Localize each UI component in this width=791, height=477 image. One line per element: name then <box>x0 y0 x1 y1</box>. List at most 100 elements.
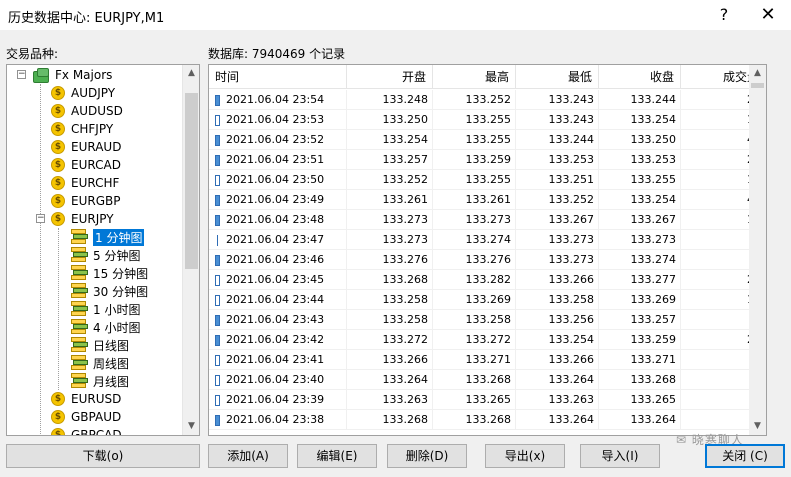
tree-item-label: EURAUD <box>71 140 122 154</box>
cell-high: 133.276 <box>433 250 516 269</box>
cell-time: 2021.06.04 23:38 <box>209 410 347 429</box>
edit-button[interactable]: 编辑(E) <box>297 444 377 468</box>
table-row[interactable]: 2021.06.04 23:51 133.257 133.259 133.253 133… <box>209 150 766 170</box>
cell-time-text: 2021.06.04 23:41 <box>226 353 325 366</box>
column-header[interactable]: 时间 <box>209 65 347 89</box>
scroll-up-arrow-icon[interactable]: ▲ <box>749 65 766 82</box>
symbols-label: 交易品种: <box>6 47 59 61</box>
table-row[interactable]: 2021.06.04 23:44 133.258 133.269 133.258 133… <box>209 290 766 310</box>
cell-close: 133.259 <box>599 330 681 349</box>
cell-high: 133.269 <box>433 290 516 309</box>
tree-item-audjpy[interactable]: $ AUDJPY <box>51 84 115 102</box>
table-row[interactable]: 2021.06.04 23:47 133.273 133.274 133.273 133… <box>209 230 766 250</box>
expander-toggle-icon[interactable]: − <box>36 214 45 223</box>
cell-low: 133.243 <box>516 90 599 109</box>
tree-item-euraud[interactable]: $ EURAUD <box>51 138 121 156</box>
cell-low: 133.263 <box>516 390 599 409</box>
cell-close: 133.277 <box>599 270 681 289</box>
add-button[interactable]: 添加(A) <box>208 444 288 468</box>
tree-item-eurgbp[interactable]: $ EURGBP <box>51 192 120 210</box>
tree-scrollbar[interactable]: ▲ ▼ <box>182 65 199 435</box>
tree-item-chfjpy[interactable]: $ CHFJPY <box>51 120 113 138</box>
scroll-up-arrow-icon[interactable]: ▲ <box>183 65 199 82</box>
delete-button[interactable]: 删除(D) <box>387 444 467 468</box>
chart-timeframe-icon <box>71 247 89 263</box>
cell-open: 133.248 <box>347 90 433 109</box>
table-row[interactable]: 2021.06.04 23:41 133.266 133.271 133.266 133… <box>209 350 766 370</box>
scroll-down-arrow-icon[interactable]: ▼ <box>183 418 199 435</box>
tree-item-gbpcad[interactable]: $ GBPCAD <box>51 426 122 435</box>
help-button[interactable]: ? <box>712 4 736 26</box>
cell-high: 133.272 <box>433 330 516 349</box>
tree-scroll-thumb[interactable] <box>185 93 198 269</box>
table-row[interactable]: 2021.06.04 23:53 133.250 133.255 133.243 133… <box>209 110 766 130</box>
table-row[interactable]: 2021.06.04 23:39 133.263 133.265 133.263 133… <box>209 390 766 410</box>
symbol-tree[interactable]: ▲ ▼ − Fx Majors $ AUDJPY $ AUDUSD $ CHFJPY $ EURA… <box>6 64 200 436</box>
tree-item-label: 周线图 <box>93 356 130 371</box>
cell-open: 133.258 <box>347 290 433 309</box>
scroll-down-arrow-icon[interactable]: ▼ <box>749 418 766 435</box>
table-row[interactable]: 2021.06.04 23:48 133.273 133.273 133.267 133… <box>209 210 766 230</box>
cell-close: 133.250 <box>599 130 681 149</box>
tree-item-audusd[interactable]: $ AUDUSD <box>51 102 123 120</box>
tree-item-eurusd[interactable]: $ EURUSD <box>51 390 121 408</box>
table-row[interactable]: 2021.06.04 23:42 133.272 133.272 133.254 133… <box>209 330 766 350</box>
column-header[interactable]: 最高 <box>433 65 516 89</box>
cell-time: 2021.06.04 23:47 <box>209 230 347 249</box>
tree-item-fx-majors[interactable]: Fx Majors <box>33 66 112 84</box>
tree-item-timeframe[interactable]: 月线图 <box>71 372 129 390</box>
close-window-button[interactable]: ✕ <box>756 4 780 26</box>
table-row[interactable]: 2021.06.04 23:49 133.261 133.261 133.252 133… <box>209 190 766 210</box>
cell-close: 133.273 <box>599 230 681 249</box>
cell-time: 2021.06.04 23:41 <box>209 350 347 369</box>
cell-open: 133.268 <box>347 410 433 429</box>
cell-time-text: 2021.06.04 23:49 <box>226 193 325 206</box>
table-row[interactable]: 2021.06.04 23:45 133.268 133.282 133.266 133… <box>209 270 766 290</box>
tree-item-timeframe[interactable]: 1 小时图 <box>71 300 140 318</box>
table-row[interactable]: 2021.06.04 23:46 133.276 133.276 133.273 133… <box>209 250 766 270</box>
cell-time-text: 2021.06.04 23:53 <box>226 113 325 126</box>
close-button[interactable]: 关闭 (C) <box>705 444 785 468</box>
cell-open: 133.257 <box>347 150 433 169</box>
folder-icon <box>33 67 51 83</box>
tree-item-timeframe[interactable]: 15 分钟图 <box>71 264 148 282</box>
download-button[interactable]: 下载(o) <box>6 444 200 468</box>
column-header[interactable]: 开盘 <box>347 65 433 89</box>
tree-guide-line <box>40 84 41 435</box>
history-table[interactable]: 时间 开盘 最高 最低 收盘 成交量 2021.06.04 23:54 133.248 133… <box>208 64 767 436</box>
column-header[interactable]: 收盘 <box>599 65 681 89</box>
cell-time: 2021.06.04 23:50 <box>209 170 347 189</box>
import-button[interactable]: 导入(I) <box>580 444 660 468</box>
title-bar: 历史数据中心: EURJPY,M1 ? ✕ <box>0 0 791 30</box>
tree-item-timeframe[interactable]: 1 分钟图 <box>71 228 145 246</box>
table-row[interactable]: 2021.06.04 23:43 133.258 133.258 133.256 133… <box>209 310 766 330</box>
table-row[interactable]: 2021.06.04 23:52 133.254 133.255 133.244 133… <box>209 130 766 150</box>
table-row[interactable]: 2021.06.04 23:50 133.252 133.255 133.251 133… <box>209 170 766 190</box>
tree-item-eurchf[interactable]: $ EURCHF <box>51 174 119 192</box>
table-scrollbar[interactable]: ▲ ▼ <box>749 65 766 435</box>
tree-item-timeframe[interactable]: 4 小时图 <box>71 318 140 336</box>
tree-item-timeframe[interactable]: 30 分钟图 <box>71 282 148 300</box>
table-row[interactable]: 2021.06.04 23:38 133.268 133.268 133.264 133… <box>209 410 766 430</box>
cell-open: 133.252 <box>347 170 433 189</box>
table-row[interactable]: 2021.06.04 23:54 133.248 133.252 133.243 133… <box>209 90 766 110</box>
cell-high: 133.282 <box>433 270 516 289</box>
tree-item-timeframe[interactable]: 5 分钟图 <box>71 246 140 264</box>
tree-item-timeframe[interactable]: 周线图 <box>71 354 129 372</box>
table-scroll-thumb[interactable] <box>751 83 764 88</box>
expander-toggle-icon[interactable]: − <box>17 70 26 79</box>
cell-low: 133.244 <box>516 130 599 149</box>
tree-item-eurjpy[interactable]: $ EURJPY <box>51 210 114 228</box>
tree-item-eurcad[interactable]: $ EURCAD <box>51 156 121 174</box>
cell-close: 133.255 <box>599 170 681 189</box>
table-row[interactable]: 2021.06.04 23:40 133.264 133.268 133.264 133… <box>209 370 766 390</box>
tree-item-label: 15 分钟图 <box>93 266 149 281</box>
chart-timeframe-icon <box>71 229 89 245</box>
column-header[interactable]: 最低 <box>516 65 599 89</box>
cell-low: 133.273 <box>516 230 599 249</box>
export-button[interactable]: 导出(x) <box>485 444 565 468</box>
cell-open: 133.273 <box>347 230 433 249</box>
tree-item-gbpaud[interactable]: $ GBPAUD <box>51 408 121 426</box>
tree-item-timeframe[interactable]: 日线图 <box>71 336 129 354</box>
tree-item-label: AUDUSD <box>71 104 123 118</box>
